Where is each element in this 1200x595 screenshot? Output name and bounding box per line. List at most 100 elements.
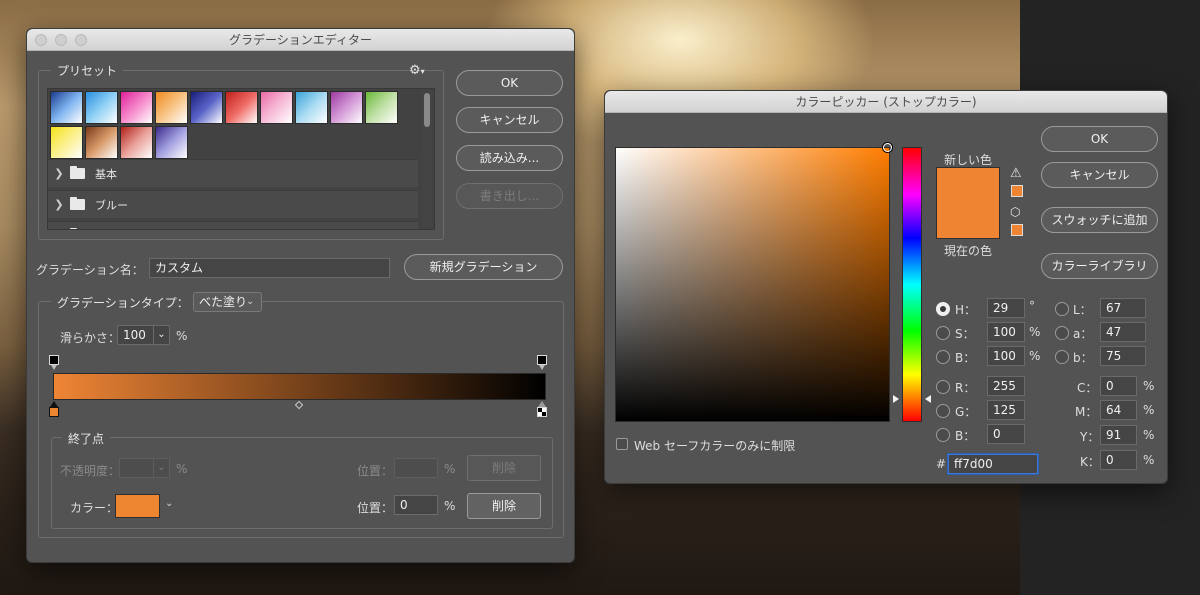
red-radio[interactable] (936, 380, 950, 394)
black-label: K： (1080, 455, 1100, 469)
preset-swatch[interactable] (85, 91, 118, 124)
hue-slider[interactable] (902, 147, 922, 422)
preset-swatch[interactable] (260, 91, 293, 124)
cyan-label: C： (1077, 381, 1098, 395)
folder-label: 基本 (95, 167, 117, 181)
preset-folder-partial[interactable]: ❯ (48, 221, 418, 230)
cyan-input[interactable]: 0 (1100, 376, 1137, 396)
hue-slider-left-arrow[interactable] (893, 395, 899, 403)
gradient-type-select[interactable]: べた塗り ⌄ (193, 292, 262, 312)
web-safe-swatch[interactable] (1011, 224, 1023, 236)
chevron-right-icon[interactable]: ❯ (48, 198, 70, 211)
preset-swatch[interactable] (225, 91, 258, 124)
lab-l-radio[interactable] (1055, 302, 1069, 316)
lab-b-radio[interactable] (1055, 350, 1069, 364)
add-to-swatches-button[interactable]: スウォッチに追加 (1041, 207, 1158, 233)
ok-button[interactable]: OK (456, 70, 563, 96)
sv-black-layer (616, 148, 889, 421)
hue-input[interactable]: 29 (987, 298, 1025, 318)
opacity-stop-left[interactable] (49, 355, 59, 365)
sv-picker-cursor[interactable] (883, 143, 892, 152)
blue-radio[interactable] (936, 428, 950, 442)
green-radio[interactable] (936, 404, 950, 418)
gear-icon[interactable]: ⚙▾ (409, 63, 425, 78)
chevron-right-icon[interactable]: ❯ (48, 167, 70, 180)
saturation-label: S： (955, 327, 975, 341)
gradient-preview-bar[interactable] (53, 373, 546, 400)
cancel-button[interactable]: キャンセル (456, 107, 563, 133)
gradient-type-label: グラデーションタイプ： (51, 294, 195, 311)
preset-swatch[interactable] (155, 91, 188, 124)
preset-list[interactable]: ❯ 基本 ❯ ブルー ❯ (47, 88, 435, 230)
zoom-window-button[interactable] (75, 34, 87, 46)
stop-color-swatch[interactable] (115, 494, 160, 518)
green-input[interactable]: 125 (987, 400, 1025, 420)
preset-swatch[interactable] (50, 126, 83, 159)
preset-swatch[interactable] (120, 91, 153, 124)
picker-cancel-button[interactable]: キャンセル (1041, 162, 1158, 188)
brightness-input[interactable]: 100 (987, 346, 1025, 366)
red-input[interactable]: 255 (987, 376, 1025, 396)
preset-swatch[interactable] (330, 91, 363, 124)
hex-input[interactable]: ff7d00 (948, 454, 1038, 474)
web-safe-checkbox[interactable] (616, 438, 628, 450)
preset-swatch[interactable] (85, 126, 118, 159)
lab-a-input[interactable]: 47 (1100, 322, 1146, 342)
new-gradient-button[interactable]: 新規グラデーション (404, 254, 563, 280)
color-position-input[interactable]: 0 (394, 495, 438, 515)
save-button[interactable]: 書き出し... (456, 183, 563, 209)
yellow-input[interactable]: 91 (1100, 425, 1137, 445)
opacity-position-input[interactable] (394, 458, 438, 478)
color-library-button[interactable]: カラーライブラリ (1041, 253, 1158, 279)
gamut-warning-swatch[interactable] (1011, 185, 1023, 197)
cube-icon[interactable]: ⬡ (1010, 205, 1020, 219)
saturation-input[interactable]: 100 (987, 322, 1025, 342)
preset-swatch[interactable] (295, 91, 328, 124)
preset-scrollbar[interactable] (422, 91, 432, 227)
smoothness-input[interactable]: 100 ⌄ (117, 325, 170, 345)
preset-swatch[interactable] (155, 126, 188, 159)
preset-folder-blue[interactable]: ❯ ブルー (48, 190, 418, 218)
color-picker-titlebar: カラーピッカー (ストップカラー) (605, 91, 1167, 113)
saturation-brightness-field[interactable] (615, 147, 890, 422)
gradient-editor-title: グラデーションエディター (229, 33, 372, 47)
preset-swatch[interactable] (50, 91, 83, 124)
hue-radio[interactable] (936, 302, 950, 316)
warning-icon[interactable]: ⚠ (1010, 166, 1022, 181)
new-color-swatch (936, 167, 1000, 203)
chevron-down-icon[interactable]: ⌄ (165, 498, 173, 509)
smoothness-label: 滑らかさ： (60, 331, 121, 345)
minimize-window-button[interactable] (55, 34, 67, 46)
preset-folder-basic[interactable]: ❯ 基本 (48, 159, 418, 187)
window-controls (35, 34, 87, 46)
current-color-swatch[interactable] (936, 203, 1000, 239)
web-safe-label: Web セーフカラーのみに制限 (634, 439, 796, 453)
preset-swatch[interactable] (190, 91, 223, 124)
preset-swatch[interactable] (365, 91, 398, 124)
brightness-radio[interactable] (936, 350, 950, 364)
load-button[interactable]: 読み込み... (456, 145, 563, 171)
hue-unit: ° (1029, 299, 1035, 313)
color-stop-left[interactable] (49, 407, 59, 417)
color-delete-button[interactable]: 削除 (467, 493, 541, 519)
scrollbar-thumb[interactable] (424, 93, 430, 127)
opacity-delete-button[interactable]: 削除 (467, 455, 541, 481)
opacity-dropdown[interactable]: ⌄ (153, 459, 169, 477)
saturation-radio[interactable] (936, 326, 950, 340)
smoothness-dropdown[interactable]: ⌄ (153, 326, 169, 344)
lab-a-radio[interactable] (1055, 326, 1069, 340)
hue-slider-right-arrow[interactable] (925, 395, 931, 403)
preset-swatch[interactable] (120, 126, 153, 159)
black-input[interactable]: 0 (1100, 450, 1137, 470)
picker-ok-button[interactable]: OK (1041, 126, 1158, 152)
blue-input[interactable]: 0 (987, 424, 1025, 444)
lab-b-input[interactable]: 75 (1100, 346, 1146, 366)
chevron-right-icon[interactable]: ❯ (48, 229, 70, 230)
opacity-stop-right[interactable] (537, 355, 547, 365)
gradient-name-input[interactable]: カスタム (149, 258, 390, 278)
lab-l-input[interactable]: 67 (1100, 298, 1146, 318)
color-stop-right[interactable] (537, 407, 547, 417)
close-window-button[interactable] (35, 34, 47, 46)
opacity-input[interactable]: ⌄ (119, 458, 170, 478)
magenta-input[interactable]: 64 (1100, 400, 1137, 420)
